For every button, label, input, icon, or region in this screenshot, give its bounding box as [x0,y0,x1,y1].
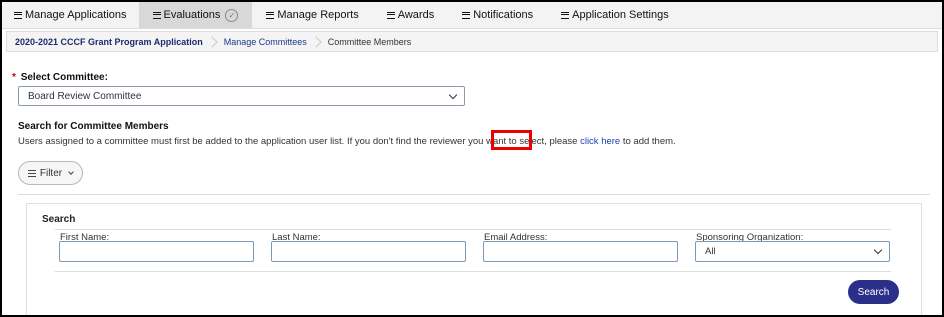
nav-label: Notifications [473,9,534,21]
menu-icon [152,11,161,19]
breadcrumb-committee-members: Committee Members [327,36,412,47]
nav-label: Manage Reports [277,9,359,21]
chevron-down-icon [873,245,883,255]
menu-icon [266,11,275,19]
committee-select-value: Board Review Committee [28,90,142,102]
nav-evaluations[interactable]: Evaluations ✓ [138,2,253,28]
select-committee-text: Select Committee: [20,72,108,83]
select-committee-label: * Select Committee: [12,72,108,83]
chevron-down-icon [68,169,74,175]
menu-icon [14,11,22,19]
search-panel: Search First Name: Last Name: Email Addr… [26,203,922,315]
divider [55,271,891,272]
click-here-link[interactable]: click here [580,136,620,147]
app-frame: Manage Applications Evaluations ✓ Manage… [0,0,944,317]
nav-label: Evaluations [163,9,221,21]
search-button[interactable]: Search [848,280,899,304]
nav-manage-applications[interactable]: Manage Applications [2,2,139,28]
divider [55,229,891,230]
nav-label: Application Settings [572,9,669,21]
nav-label: Manage Applications [25,9,127,21]
divider [18,194,930,195]
nav-awards[interactable]: Awards [373,2,448,28]
help-text: Users assigned to a committee must first… [18,136,676,147]
nav-label: Awards [397,9,435,21]
filter-label: Filter [39,167,63,179]
email-input[interactable] [483,241,678,262]
link-highlight-box [491,130,532,150]
menu-icon [561,11,570,19]
breadcrumb: 2020-2021 CCCF Grant Program Application… [6,31,938,52]
sliders-icon [27,169,36,177]
nav-manage-reports[interactable]: Manage Reports [252,2,372,28]
nav-application-settings[interactable]: Application Settings [547,2,683,28]
menu-icon [462,11,471,19]
committee-select[interactable]: Board Review Committee [18,86,465,106]
nav-notifications[interactable]: Notifications [448,2,547,28]
breadcrumb-application[interactable]: 2020-2021 CCCF Grant Program Application [7,32,211,51]
search-members-title: Search for Committee Members [18,121,169,132]
required-marker: * [12,72,16,83]
breadcrumb-manage-committees[interactable]: Manage Committees [216,32,315,51]
check-circle-icon: ✓ [225,8,239,22]
sponsoring-org-select[interactable]: All [695,241,890,262]
help-text-after: to add them. [620,136,676,147]
first-name-input[interactable] [59,241,254,262]
search-panel-title: Search [42,214,76,225]
top-nav: Manage Applications Evaluations ✓ Manage… [2,2,942,29]
chevron-down-icon [448,90,458,100]
filter-button[interactable]: Filter [18,161,83,185]
menu-icon [386,11,395,19]
sponsoring-org-value: All [705,246,716,257]
last-name-input[interactable] [271,241,466,262]
